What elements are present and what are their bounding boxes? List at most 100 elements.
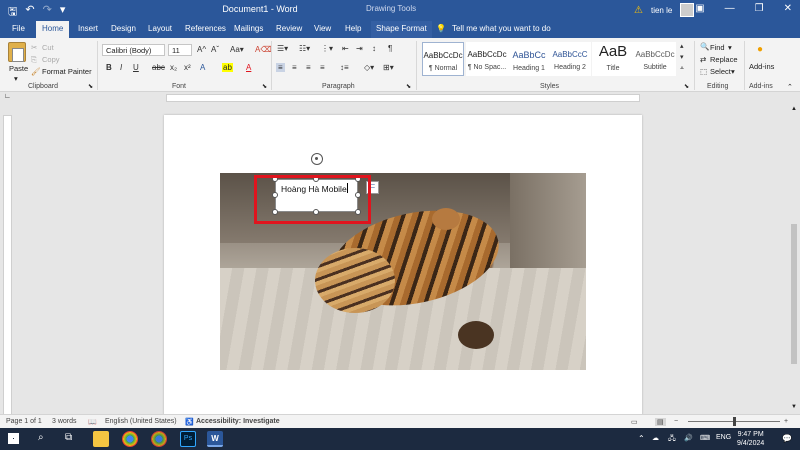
cut-icon[interactable]: ✂ [31, 43, 37, 52]
scroll-up-icon[interactable]: ▲ [791, 106, 797, 112]
find-button[interactable]: Find [710, 43, 725, 52]
windows-start-icon[interactable] [8, 433, 19, 444]
tab-home[interactable]: Home [36, 21, 70, 38]
styles-scroll-down-icon[interactable]: ▾ [680, 53, 684, 61]
tab-selector-icon[interactable]: ∟ [4, 93, 11, 100]
paste-button[interactable]: Paste [9, 64, 28, 73]
photoshop-icon[interactable]: Ps [180, 431, 196, 447]
increase-indent-icon[interactable]: ⇥ [356, 44, 363, 53]
clipboard-launcher-icon[interactable]: ⬊ [88, 83, 93, 90]
subscript-button[interactable]: x₂ [170, 63, 177, 72]
network-icon[interactable]: 🖧 [668, 434, 676, 445]
word-count[interactable]: 3 words [52, 418, 77, 425]
replace-button[interactable]: Replace [710, 55, 738, 64]
clear-formatting-icon[interactable]: A⌫ [255, 45, 272, 54]
styles-more-icon[interactable]: ⩡ [680, 65, 684, 73]
scroll-thumb[interactable] [791, 224, 797, 364]
copy-button[interactable]: Copy [42, 55, 60, 64]
restore-icon[interactable]: ❐ [755, 3, 764, 14]
tab-references[interactable]: References [185, 24, 226, 33]
chrome-profile-icon[interactable] [151, 431, 167, 447]
highlight-color-icon[interactable]: ab [222, 63, 233, 72]
font-name-box[interactable]: Calibri (Body) [102, 44, 165, 56]
tab-review[interactable]: Review [276, 24, 302, 33]
tab-layout[interactable]: Layout [148, 24, 172, 33]
superscript-button[interactable]: x² [184, 63, 191, 72]
line-spacing-icon[interactable]: ↕≡ [340, 63, 349, 72]
bold-button[interactable]: B [106, 63, 112, 72]
tell-me-search[interactable]: 💡 Tell me what you want to do [436, 24, 551, 33]
tab-file[interactable]: File [12, 24, 25, 33]
text-effects-button[interactable]: A [200, 63, 205, 72]
styles-launcher-icon[interactable]: ⬊ [684, 83, 689, 90]
paste-dropdown-icon[interactable]: ▾ [14, 74, 18, 83]
vertical-ruler[interactable] [3, 115, 12, 415]
select-dropdown-icon[interactable]: ▾ [731, 67, 735, 76]
vertical-scrollbar[interactable]: ▲ ▼ [788, 104, 800, 414]
replace-icon[interactable]: ⇄ [700, 55, 706, 64]
tray-expand-icon[interactable]: ⌃ [638, 434, 645, 443]
scroll-down-icon[interactable]: ▼ [791, 404, 797, 410]
strikethrough-button[interactable]: abc [152, 63, 165, 72]
chrome-icon[interactable] [122, 431, 138, 447]
copy-icon[interactable]: ⎘ [31, 55, 37, 65]
show-marks-icon[interactable]: ¶ [388, 44, 392, 53]
italic-button[interactable]: I [120, 63, 122, 72]
style-no-spacing[interactable]: AaBbCcDc ¶ No Spac... [466, 42, 508, 76]
decrease-indent-icon[interactable]: ⇤ [342, 44, 349, 53]
tab-view[interactable]: View [314, 24, 331, 33]
change-case-icon[interactable]: Aa▾ [230, 45, 244, 54]
minimize-icon[interactable]: — [725, 3, 735, 14]
select-icon[interactable]: ⬚ [700, 67, 707, 76]
shrink-font-icon[interactable]: Aˇ [211, 45, 219, 54]
format-painter-button[interactable]: Format Painter [42, 67, 92, 76]
grow-font-icon[interactable]: A^ [197, 45, 206, 54]
paragraph-launcher-icon[interactable]: ⬊ [406, 83, 411, 90]
warning-icon[interactable]: ⚠ [634, 5, 643, 16]
horizontal-ruler[interactable]: ∟ [0, 92, 800, 104]
close-icon[interactable]: ✕ [784, 3, 792, 14]
font-launcher-icon[interactable]: ⬊ [262, 83, 267, 90]
tab-insert[interactable]: Insert [78, 24, 98, 33]
bullets-icon[interactable]: ☰▾ [277, 44, 288, 53]
add-ins-button[interactable]: Add-ins [749, 62, 774, 71]
align-left-icon[interactable]: ≡ [276, 63, 285, 72]
borders-icon[interactable]: ⊞▾ [383, 63, 394, 72]
read-mode-icon[interactable]: ▭ [631, 418, 638, 426]
font-size-box[interactable]: 11 [168, 44, 192, 56]
font-color-button[interactable]: A [246, 63, 251, 72]
language-status[interactable]: English (United States) [105, 418, 177, 425]
style-subtitle[interactable]: AaBbCcDc Subtitle [634, 42, 676, 76]
find-dropdown-icon[interactable]: ▾ [728, 43, 732, 52]
multilevel-list-icon[interactable]: ⋮▾ [321, 44, 333, 53]
tab-shape-format[interactable]: Shape Format [371, 21, 432, 38]
cloud-icon[interactable]: ☁ [652, 434, 659, 442]
keyboard-icon[interactable]: ⌨ [700, 434, 710, 442]
cut-button[interactable]: Cut [42, 43, 54, 52]
volume-icon[interactable]: 🔊 [684, 434, 693, 442]
shading-icon[interactable]: ◇▾ [364, 63, 374, 72]
collapse-ribbon-icon[interactable]: ⌃ [787, 83, 793, 91]
input-language[interactable]: ENG [716, 434, 731, 441]
avatar[interactable] [680, 3, 695, 17]
rotation-handle[interactable] [311, 153, 323, 165]
proofing-icon[interactable]: 📖 [88, 418, 97, 426]
tab-help[interactable]: Help [345, 24, 361, 33]
paste-icon[interactable] [8, 42, 26, 62]
styles-scroll-up-icon[interactable]: ▴ [680, 42, 684, 50]
underline-button[interactable]: U [133, 63, 139, 72]
style-heading-1[interactable]: AaBbCc Heading 1 [508, 42, 550, 76]
numbering-icon[interactable]: ☷▾ [299, 44, 310, 53]
sort-icon[interactable]: ↕ [372, 44, 376, 53]
word-icon[interactable]: W [207, 431, 223, 447]
zoom-slider-thumb[interactable] [733, 417, 736, 426]
system-clock[interactable]: 9:47 PM 9/4/2024 [737, 430, 764, 448]
search-icon[interactable]: ⌕ [38, 432, 44, 443]
justify-icon[interactable]: ≡ [320, 63, 325, 72]
align-right-icon[interactable]: ≡ [306, 63, 311, 72]
tab-design[interactable]: Design [111, 24, 136, 33]
format-painter-icon[interactable]: 🖌 [31, 67, 41, 76]
accessibility-status[interactable]: Accessibility: Investigate [196, 418, 280, 425]
page-count[interactable]: Page 1 of 1 [6, 418, 42, 425]
style-heading-2[interactable]: AaBbCcC Heading 2 [549, 42, 591, 76]
